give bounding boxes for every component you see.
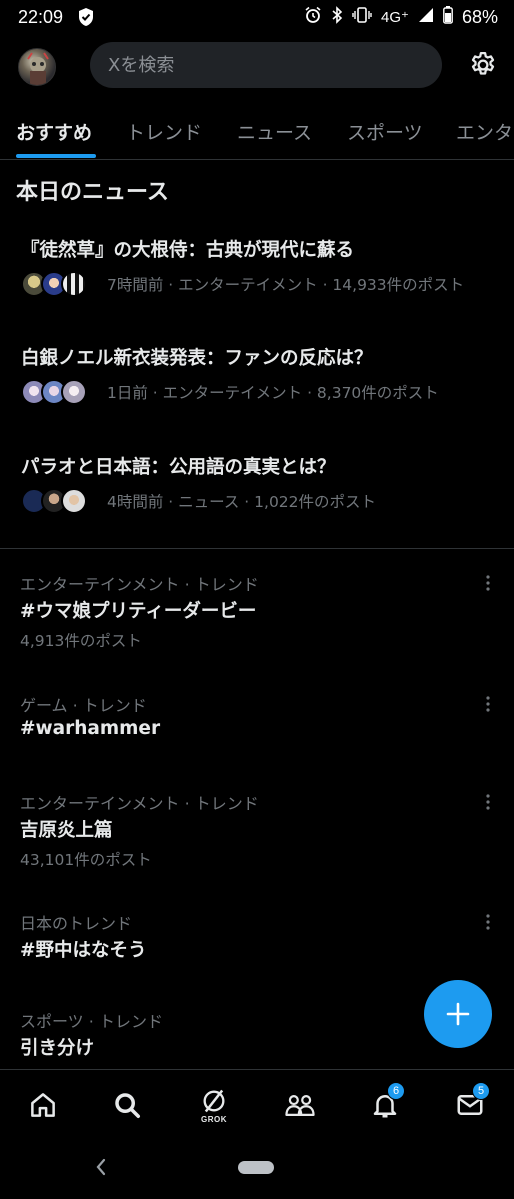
- tab-entertainment[interactable]: エンタ: [456, 118, 513, 145]
- news-meta: 7時間前 · エンターテイメント · 14,933件のポスト: [21, 270, 464, 298]
- search-input[interactable]: [108, 54, 442, 76]
- search-bar[interactable]: [90, 42, 442, 88]
- tab-trends[interactable]: トレンド: [126, 118, 202, 145]
- tab-sports[interactable]: スポーツ: [347, 118, 423, 145]
- more-options-icon[interactable]: [478, 573, 498, 593]
- news-avatars: [21, 271, 97, 297]
- more-options-icon[interactable]: [478, 912, 498, 932]
- profile-avatar[interactable]: [18, 48, 56, 86]
- tab-news[interactable]: ニュース: [237, 118, 312, 145]
- tab-recommended[interactable]: おすすめ: [16, 118, 92, 145]
- signal-icon: [418, 7, 434, 27]
- network-type: 4G⁺: [381, 9, 409, 26]
- grok-label: GROK: [201, 1115, 227, 1124]
- trend-context: スポーツ · トレンド: [20, 1012, 163, 1031]
- section-divider: [0, 548, 514, 549]
- news-avatars: [21, 379, 97, 405]
- trend-post-count: 43,101件のポスト: [20, 851, 152, 869]
- trend-context: エンターテインメント · トレンド: [20, 575, 259, 594]
- communities-icon: [285, 1095, 315, 1116]
- grok-icon: [203, 1089, 225, 1113]
- avatar: [61, 271, 87, 297]
- trend-name: #野中はなそう: [20, 940, 147, 961]
- news-meta-text: 7時間前 · エンターテイメント · 14,933件のポスト: [107, 276, 465, 294]
- news-title: 白銀ノエル新衣装発表：ファンの反応は？: [21, 348, 373, 369]
- home-icon: [31, 1093, 55, 1117]
- shield-icon: [77, 7, 95, 27]
- news-title: パラオと日本語：公用語の真実とは？: [21, 457, 336, 478]
- messages-badge: 5: [472, 1082, 490, 1100]
- trend-context: ゲーム · トレンド: [20, 696, 147, 715]
- plus-icon: [446, 1002, 470, 1026]
- nav-messages[interactable]: 5: [453, 1082, 490, 1122]
- trend-name: #ウマ娘プリティーダービー: [20, 601, 257, 622]
- trend-name: 吉原炎上篇: [20, 820, 113, 841]
- more-options-icon[interactable]: [478, 792, 498, 812]
- avatar: [61, 379, 87, 405]
- trend-name: 引き分け: [20, 1038, 95, 1059]
- system-navigation-bar: [0, 1139, 514, 1199]
- trend-post-count: 4,913件のポスト: [20, 632, 142, 650]
- vibrate-icon: [352, 7, 372, 27]
- nav-explore[interactable]: [110, 1088, 144, 1122]
- nav-communities[interactable]: [283, 1088, 317, 1122]
- nav-notifications[interactable]: 6: [368, 1082, 405, 1122]
- more-options-icon[interactable]: [478, 694, 498, 714]
- bottom-navigation: GROK 6 5: [0, 1069, 514, 1139]
- search-icon: [115, 1093, 140, 1118]
- section-title-today-news: 本日のニュース: [16, 180, 169, 205]
- battery-level: 68%: [461, 6, 498, 27]
- back-chevron-icon[interactable]: [94, 1155, 108, 1183]
- trend-name: #warhammer: [20, 718, 161, 739]
- status-time: 22:09: [18, 6, 64, 27]
- notifications-badge: 6: [387, 1082, 405, 1100]
- nav-home[interactable]: [26, 1088, 60, 1122]
- trend-context: エンターテインメント · トレンド: [20, 794, 259, 813]
- news-meta-text: 4時間前 · ニュース · 1,022件のポスト: [107, 493, 377, 511]
- nav-grok[interactable]: GROK: [194, 1088, 234, 1124]
- top-header: [0, 40, 514, 92]
- avatar: [61, 488, 87, 514]
- news-avatars: [21, 488, 97, 514]
- compose-post-button[interactable]: [424, 980, 492, 1048]
- bluetooth-icon: [331, 6, 343, 28]
- active-tab-indicator: [16, 154, 96, 158]
- news-title: 『徒然草』の大根侍：古典が現代に蘇る: [21, 240, 355, 261]
- news-meta-text: 1日前 · エンターテイメント · 8,370件のポスト: [107, 384, 439, 402]
- news-meta: 1日前 · エンターテイメント · 8,370件のポスト: [21, 378, 439, 406]
- settings-gear-icon[interactable]: [468, 50, 498, 80]
- explore-tabs: おすすめ トレンド ニュース スポーツ エンタ: [0, 108, 514, 160]
- alarm-icon: [304, 6, 322, 28]
- news-meta: 4時間前 · ニュース · 1,022件のポスト: [21, 487, 376, 515]
- home-gesture-pill[interactable]: [238, 1161, 274, 1174]
- status-bar: 22:09 4G⁺ 68%: [0, 0, 514, 34]
- trend-context: 日本のトレンド: [20, 914, 133, 933]
- battery-icon: [443, 6, 453, 28]
